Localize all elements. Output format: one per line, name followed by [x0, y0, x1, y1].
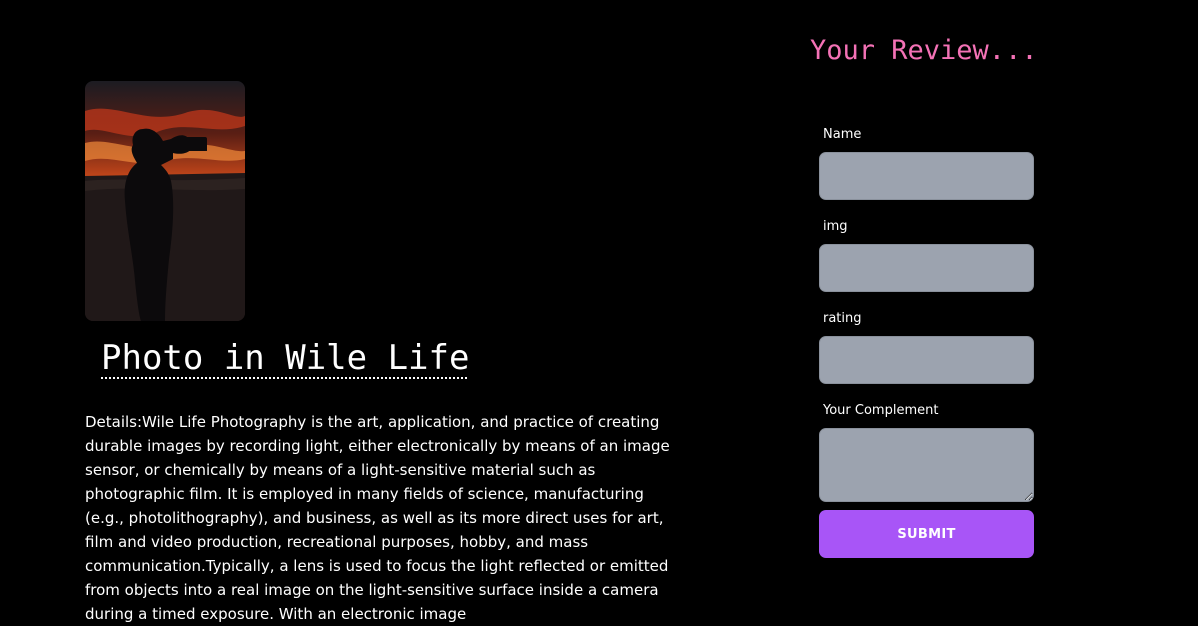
product-photo	[85, 81, 245, 321]
img-label: img	[823, 219, 848, 234]
rating-input[interactable]	[819, 336, 1034, 384]
img-input[interactable]	[819, 244, 1034, 292]
complement-textarea[interactable]	[819, 428, 1034, 502]
submit-button[interactable]: SUBMIT	[819, 510, 1034, 558]
photographer-silhouette-image	[85, 81, 245, 321]
name-input[interactable]	[819, 152, 1034, 200]
name-label: Name	[823, 127, 862, 142]
review-heading: Your Review...	[810, 35, 1038, 66]
complement-label: Your Complement	[823, 403, 939, 418]
product-details: Details:Wile Life Photography is the art…	[85, 413, 670, 623]
product-title: Photo in Wile Life	[101, 338, 470, 378]
rating-label: rating	[823, 311, 862, 326]
review-form: Name img rating Your Complement SUBMIT	[819, 124, 1034, 558]
